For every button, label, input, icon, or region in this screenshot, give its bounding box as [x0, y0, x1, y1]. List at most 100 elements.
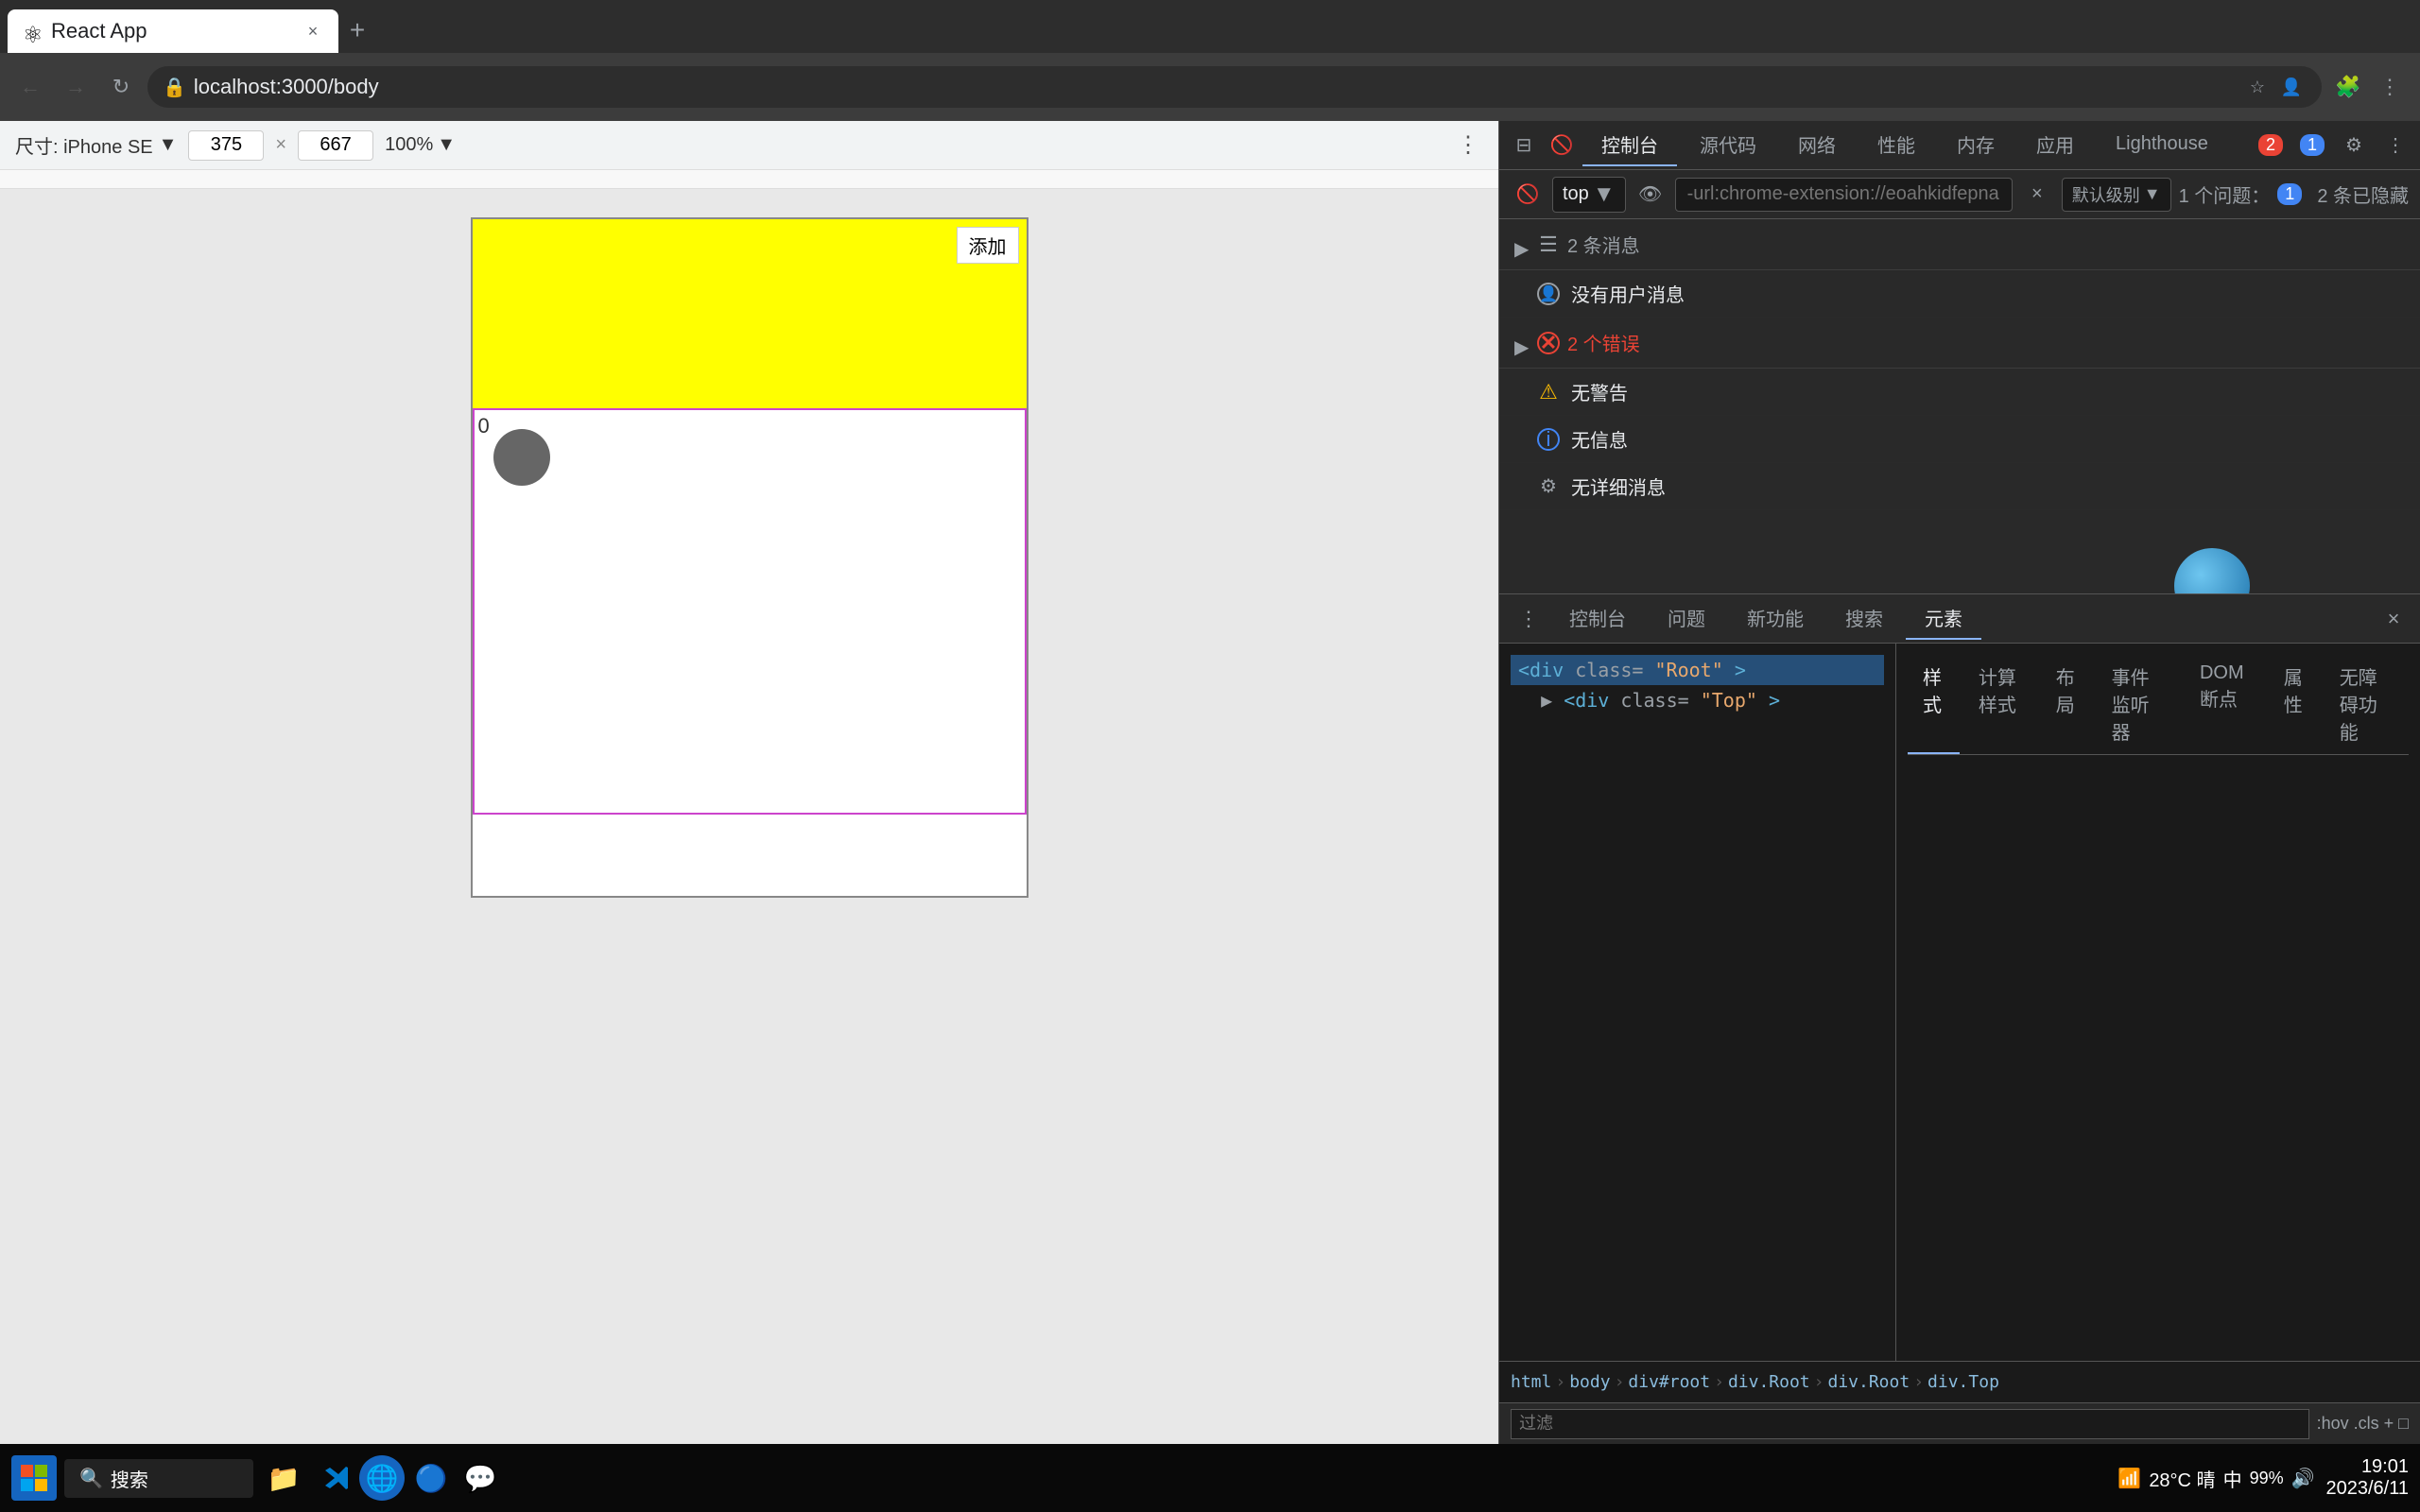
messages-header[interactable]: ▶ ☰ 2 条消息	[1499, 219, 2420, 270]
bottom-tabs: ⋮ 控制台 问题 新功能 搜索 元素 ×	[1499, 594, 2420, 644]
add-button[interactable]: 添加	[957, 227, 1019, 264]
styles-tab-properties[interactable]: 属性	[2269, 655, 2321, 754]
taskbar-vscode-icon[interactable]	[310, 1455, 355, 1501]
new-tab-button[interactable]: +	[338, 11, 376, 49]
no-user-message: 👤 没有用户消息	[1499, 270, 2420, 318]
weather-label[interactable]: 28°C 晴	[2149, 1465, 2215, 1492]
tab-title: React App	[51, 19, 293, 43]
bottom-tab-issues[interactable]: 问题	[1649, 598, 1724, 640]
taskbar-chrome-icon[interactable]: 🔵	[408, 1455, 454, 1501]
tab-console[interactable]: 控制台	[1582, 125, 1677, 166]
sound-icon[interactable]: 🔊	[2291, 1467, 2315, 1490]
counter-number: 0	[478, 414, 490, 438]
level-selector[interactable]: 默认级别 ▼	[2062, 178, 2171, 212]
language-label[interactable]: 中	[2223, 1465, 2242, 1492]
breadcrumb-html[interactable]: html	[1511, 1372, 1551, 1392]
devtools-inspect-icon[interactable]: 🚫	[1545, 129, 1579, 163]
devtools-more-icon[interactable]: ⋮	[2378, 129, 2412, 163]
zoom-selector[interactable]: 100% ▼	[385, 134, 456, 156]
messages-count: 2 条消息	[1567, 231, 1640, 258]
windows-logo-icon	[21, 1465, 47, 1491]
styles-tab-events[interactable]: 事件监听器	[2097, 655, 2181, 754]
browser-tab-active[interactable]: ⚛ React App ×	[8, 9, 338, 53]
bottom-tab-search[interactable]: 搜索	[1826, 598, 1902, 640]
width-input[interactable]	[188, 130, 264, 161]
styles-tab-layout[interactable]: 布局	[2041, 655, 2093, 754]
tab-application[interactable]: 应用	[2017, 125, 2093, 166]
clear-console-icon[interactable]: 🚫	[1511, 178, 1545, 212]
context-selector[interactable]: top ▼	[1552, 177, 1626, 213]
viewport-more-button[interactable]: ⋮	[1453, 130, 1483, 161]
info-text: 无信息	[1571, 425, 1628, 453]
breadcrumb-divTop[interactable]: div.Top	[1927, 1372, 1999, 1392]
console-spacer	[1499, 510, 2420, 593]
windows-icon[interactable]	[11, 1455, 57, 1501]
bottom-tab-new[interactable]: 新功能	[1728, 598, 1823, 640]
tab-memory[interactable]: 内存	[1938, 125, 2014, 166]
breadcrumb-divRoot1[interactable]: div.Root	[1728, 1372, 1810, 1392]
devtools-toggle-icon[interactable]: ⊟	[1507, 129, 1541, 163]
tab-source[interactable]: 源代码	[1681, 125, 1775, 166]
dom-node-top[interactable]: ▶ <div class= "Top" >	[1511, 685, 1884, 715]
reload-button[interactable]: ↻	[102, 68, 140, 106]
more-options-icon[interactable]: ⋮	[2371, 68, 2409, 106]
warnings-count: 1	[2300, 134, 2325, 156]
errors-header[interactable]: ▶ ✕ 2 个错误	[1499, 318, 2420, 369]
devtools-warnings-badge[interactable]: 1	[2295, 129, 2329, 163]
taskbar-edge-icon[interactable]: 🌐	[359, 1455, 405, 1501]
device-label: 尺寸: iPhone SE	[15, 131, 153, 159]
console-filter-input[interactable]	[1675, 178, 2013, 212]
tab-lighthouse[interactable]: Lighthouse	[2097, 125, 2227, 166]
devtools-tabs: ⊟ 🚫 控制台 源代码 网络 性能 内存 应用 Lighthouse 2 1 ⚙	[1499, 121, 2420, 170]
taskbar-file-explorer-icon[interactable]: 📁	[261, 1455, 306, 1501]
battery-indicator[interactable]: 99%	[2250, 1469, 2284, 1488]
eye-icon[interactable]: 👁	[1634, 178, 1668, 212]
tab-close-button[interactable]: ×	[302, 21, 323, 42]
breadcrumb-divroot[interactable]: div#root	[1628, 1372, 1710, 1392]
errors-expand-icon: ▶	[1514, 335, 1530, 351]
bookmark-icon[interactable]: ☆	[2242, 72, 2273, 102]
context-chevron-icon: ▼	[1593, 181, 1616, 208]
devtools-errors-badge[interactable]: 2	[2254, 129, 2288, 163]
address-bar[interactable]: 🔒 localhost:3000/body ☆ 👤	[147, 66, 2322, 108]
devtools-panel: ⊟ 🚫 控制台 源代码 网络 性能 内存 应用 Lighthouse 2 1 ⚙	[1498, 121, 2420, 1444]
bottom-more-icon[interactable]: ⋮	[1511, 607, 1547, 631]
settings-icon[interactable]: ⚙	[2337, 129, 2371, 163]
filter-area: :hov .cls + □	[1499, 1402, 2420, 1444]
profile-icon[interactable]: 👤	[2276, 72, 2307, 102]
filter-input[interactable]	[1511, 1409, 2309, 1439]
styles-tab-accessibility[interactable]: 无障碍功能	[2325, 655, 2409, 754]
forward-button[interactable]: →	[57, 68, 95, 106]
breadcrumb-body[interactable]: body	[1569, 1372, 1610, 1392]
styles-tab-computed[interactable]: 计算样式	[1963, 655, 2037, 754]
breadcrumb-divRoot2[interactable]: div.Root	[1828, 1372, 1910, 1392]
dom-tree: <div class= "Root" > ▶ <div class= "Top"…	[1499, 644, 1896, 1361]
dimension-separator: ×	[275, 134, 286, 156]
bottom-tab-elements[interactable]: 元素	[1906, 598, 1981, 640]
styles-tab-styles[interactable]: 样式	[1908, 655, 1960, 754]
extensions-icon[interactable]: 🧩	[2329, 68, 2367, 106]
tab-network[interactable]: 网络	[1779, 125, 1855, 166]
info-icon: i	[1537, 428, 1560, 451]
viewport-toolbar: 尺寸: iPhone SE ▼ × 100% ▼ ⋮	[0, 121, 1498, 170]
dom-node-root[interactable]: <div class= "Root" >	[1511, 655, 1884, 685]
height-input[interactable]	[298, 130, 373, 161]
device-selector[interactable]: 尺寸: iPhone SE ▼	[15, 131, 177, 159]
network-icon[interactable]: 📶	[2118, 1467, 2141, 1490]
chevron-down-icon: ▼	[159, 134, 178, 156]
taskbar-search[interactable]: 🔍 搜索	[64, 1459, 253, 1498]
hidden-count: 2 条已隐藏	[2317, 180, 2409, 208]
styles-panel: 样式 计算样式 布局 事件监听器 DOM 断点 属性 无障碍功能	[1896, 644, 2420, 1361]
styles-tab-dom-breakpoints[interactable]: DOM 断点	[2185, 655, 2265, 754]
taskbar: 🔍 搜索 📁 🌐 🔵 💬 📶 28°C 晴 中	[0, 1444, 2420, 1512]
bottom-tab-console[interactable]: 控制台	[1550, 598, 1645, 640]
back-button[interactable]: ←	[11, 68, 49, 106]
filter-clear-icon[interactable]: ×	[2020, 178, 2054, 212]
bottom-close-button[interactable]: ×	[2378, 604, 2409, 634]
no-user-text: 没有用户消息	[1571, 280, 1685, 307]
address-text: localhost:3000/body	[194, 75, 2235, 99]
taskbar-clock[interactable]: 19:01 2023/6/11	[2326, 1456, 2410, 1500]
tab-performance[interactable]: 性能	[1858, 125, 1934, 166]
taskbar-wechat-icon[interactable]: 💬	[458, 1455, 503, 1501]
console-issues: 1 个问题： 1 2 条已隐藏	[2179, 180, 2409, 208]
